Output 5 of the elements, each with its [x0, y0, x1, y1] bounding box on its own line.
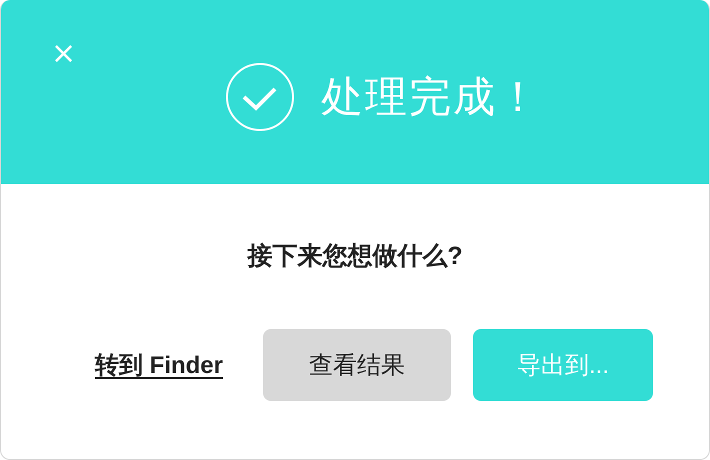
- finder-link[interactable]: 转到 Finder: [94, 349, 223, 381]
- check-circle-icon: [225, 62, 295, 132]
- view-results-button[interactable]: 查看结果: [263, 329, 451, 401]
- dialog-title: 处理完成！: [321, 72, 541, 122]
- question-text: 接下来您想做什么?: [247, 241, 463, 272]
